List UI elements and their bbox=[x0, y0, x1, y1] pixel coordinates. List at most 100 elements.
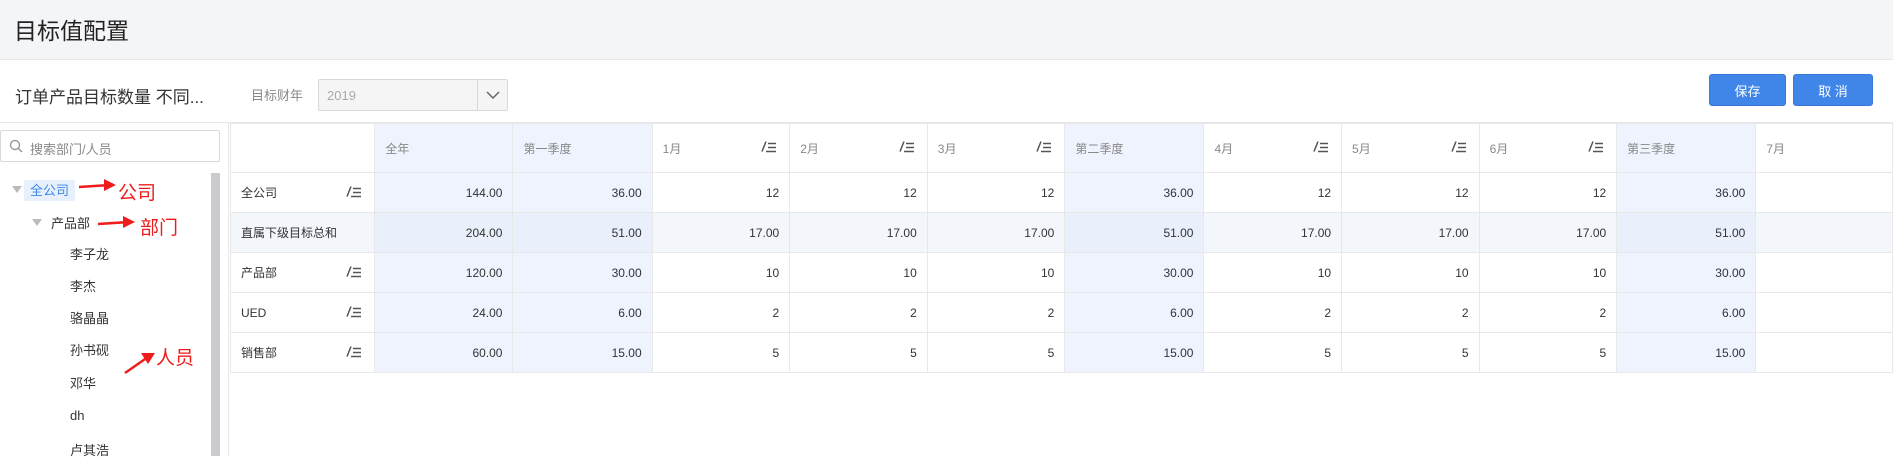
value-cell[interactable]: 2 bbox=[926, 292, 1066, 333]
expand-arrow-icon[interactable] bbox=[32, 219, 42, 226]
year-label: 目标财年 bbox=[251, 88, 304, 103]
header-cell: 6月 bbox=[1478, 123, 1618, 173]
value-cell[interactable]: 2 bbox=[651, 292, 791, 333]
value-cell[interactable]: 5 bbox=[1341, 332, 1480, 373]
annotation-arrowhead bbox=[104, 179, 116, 191]
value-cell[interactable]: 10 bbox=[926, 252, 1066, 293]
value-cell[interactable]: 30.00 bbox=[1064, 252, 1205, 293]
tree-node-person[interactable]: 李子龙 bbox=[70, 244, 109, 263]
header-cell: 3月 bbox=[926, 123, 1066, 173]
value-cell[interactable]: 120.00 bbox=[374, 252, 514, 293]
value-cell[interactable]: 15.00 bbox=[1616, 332, 1757, 373]
value-cell[interactable]: 36.00 bbox=[1064, 172, 1205, 213]
header-label: 6月 bbox=[1489, 141, 1509, 156]
sort-edit-icon[interactable] bbox=[346, 344, 362, 361]
value-cell: 17.00 bbox=[1478, 212, 1618, 253]
table-row: 全公司 144.00 36.00 12 12 12 36.00 12 12 12… bbox=[230, 172, 1893, 213]
header-label: 4月 bbox=[1214, 141, 1234, 156]
value-cell[interactable]: 15.00 bbox=[1064, 332, 1205, 373]
table-header-row: 全年 第一季度 1月 2月 3月 第二季度 4月 5月 6月 第三季度 7月 bbox=[230, 123, 1893, 173]
tree-node-person[interactable]: 李杰 bbox=[70, 276, 96, 295]
value-cell[interactable]: 6.00 bbox=[1616, 292, 1757, 333]
sort-edit-icon[interactable] bbox=[899, 140, 915, 157]
value-cell[interactable]: 2 bbox=[1341, 292, 1480, 333]
cancel-button[interactable]: 取 消 bbox=[1793, 74, 1873, 106]
annotation-arrow bbox=[78, 183, 111, 189]
row-label-cell: 产品部 bbox=[230, 252, 376, 293]
value-cell[interactable]: 5 bbox=[1203, 332, 1343, 373]
sort-edit-icon[interactable] bbox=[1450, 140, 1467, 157]
value-cell[interactable]: 5 bbox=[926, 332, 1066, 373]
value-cell[interactable] bbox=[1755, 252, 1893, 293]
tree-node-person[interactable]: dh bbox=[70, 408, 84, 423]
value-cell[interactable]: 10 bbox=[1478, 252, 1618, 293]
value-cell[interactable]: 15.00 bbox=[512, 332, 653, 373]
value-cell[interactable]: 10 bbox=[789, 252, 928, 293]
tree-scrollbar[interactable] bbox=[211, 173, 220, 456]
value-cell[interactable]: 30.00 bbox=[512, 252, 653, 293]
tree-node-company[interactable]: 全公司 bbox=[24, 180, 76, 201]
value-cell[interactable] bbox=[1755, 292, 1893, 333]
value-cell[interactable]: 5 bbox=[789, 332, 928, 373]
search-placeholder: 搜索部门/人员 bbox=[30, 142, 112, 157]
value-cell[interactable]: 10 bbox=[651, 252, 791, 293]
sort-edit-icon[interactable] bbox=[346, 264, 362, 281]
value-cell[interactable]: 36.00 bbox=[1616, 172, 1757, 213]
value-cell[interactable]: 36.00 bbox=[512, 172, 653, 213]
value-cell[interactable]: 5 bbox=[651, 332, 791, 373]
value-cell[interactable]: 12 bbox=[789, 172, 928, 213]
sort-edit-icon[interactable] bbox=[1036, 140, 1052, 157]
sort-edit-icon[interactable] bbox=[346, 304, 362, 321]
value-cell[interactable]: 6.00 bbox=[512, 292, 653, 333]
year-select-value: 2019 bbox=[327, 88, 356, 103]
tree-node-person[interactable]: 卢其浩 bbox=[70, 440, 109, 459]
value-cell[interactable]: 10 bbox=[1341, 252, 1480, 293]
annotation-arrows bbox=[78, 179, 155, 375]
header-label: 3月 bbox=[937, 141, 957, 156]
value-cell[interactable]: 5 bbox=[1478, 332, 1618, 373]
tree-node-company-label: 全公司 bbox=[24, 180, 76, 201]
value-cell[interactable]: 12 bbox=[651, 172, 791, 213]
value-cell: 51.00 bbox=[1064, 212, 1205, 253]
sort-edit-icon[interactable] bbox=[761, 140, 777, 157]
value-cell[interactable]: 12 bbox=[1203, 172, 1343, 213]
search-icon bbox=[9, 139, 23, 158]
tree-node-dept[interactable]: 产品部 bbox=[51, 213, 90, 232]
expand-arrow-icon[interactable] bbox=[12, 186, 22, 193]
value-cell[interactable]: 2 bbox=[789, 292, 928, 333]
year-select[interactable]: 2019 bbox=[318, 79, 508, 111]
value-cell[interactable]: 6.00 bbox=[1064, 292, 1205, 333]
search-input[interactable]: 搜索部门/人员 bbox=[0, 130, 220, 162]
target-table: 全年 第一季度 1月 2月 3月 第二季度 4月 5月 6月 第三季度 7月 全… bbox=[230, 123, 1893, 373]
value-cell[interactable] bbox=[1755, 172, 1893, 213]
chevron-down-icon[interactable] bbox=[477, 80, 507, 110]
sort-edit-icon[interactable] bbox=[346, 184, 362, 201]
value-cell[interactable]: 12 bbox=[926, 172, 1066, 213]
value-cell[interactable]: 2 bbox=[1478, 292, 1618, 333]
row-label: 产品部 bbox=[241, 266, 278, 280]
tree-node-person[interactable]: 骆晶晶 bbox=[70, 308, 109, 327]
save-button[interactable]: 保存 bbox=[1709, 74, 1786, 106]
annotation-arrowhead bbox=[123, 216, 135, 228]
table-row: UED 24.00 6.00 2 2 2 6.00 2 2 2 6.00 bbox=[230, 292, 1893, 333]
value-cell[interactable]: 10 bbox=[1203, 252, 1343, 293]
value-cell: 51.00 bbox=[1616, 212, 1757, 253]
page-title: 目标值配置 bbox=[14, 18, 129, 44]
page-header: 目标值配置 bbox=[0, 0, 1893, 60]
sort-edit-icon[interactable] bbox=[1313, 140, 1329, 157]
header-cell: 第一季度 bbox=[512, 123, 653, 173]
value-cell[interactable]: 144.00 bbox=[374, 172, 514, 213]
value-cell[interactable]: 30.00 bbox=[1616, 252, 1757, 293]
value-cell[interactable]: 12 bbox=[1341, 172, 1480, 213]
value-cell: 51.00 bbox=[512, 212, 653, 253]
value-cell[interactable]: 60.00 bbox=[374, 332, 514, 373]
value-cell: 17.00 bbox=[789, 212, 928, 253]
sort-edit-icon[interactable] bbox=[1588, 140, 1604, 157]
value-cell[interactable]: 24.00 bbox=[374, 292, 514, 333]
value-cell[interactable]: 2 bbox=[1203, 292, 1343, 333]
tree-node-person[interactable]: 孙书砚 bbox=[70, 340, 109, 359]
value-cell[interactable] bbox=[1755, 332, 1893, 373]
target-table-area: 全年 第一季度 1月 2月 3月 第二季度 4月 5月 6月 第三季度 7月 全… bbox=[230, 123, 1893, 456]
value-cell[interactable]: 12 bbox=[1478, 172, 1618, 213]
tree-node-person[interactable]: 邓华 bbox=[70, 373, 96, 392]
